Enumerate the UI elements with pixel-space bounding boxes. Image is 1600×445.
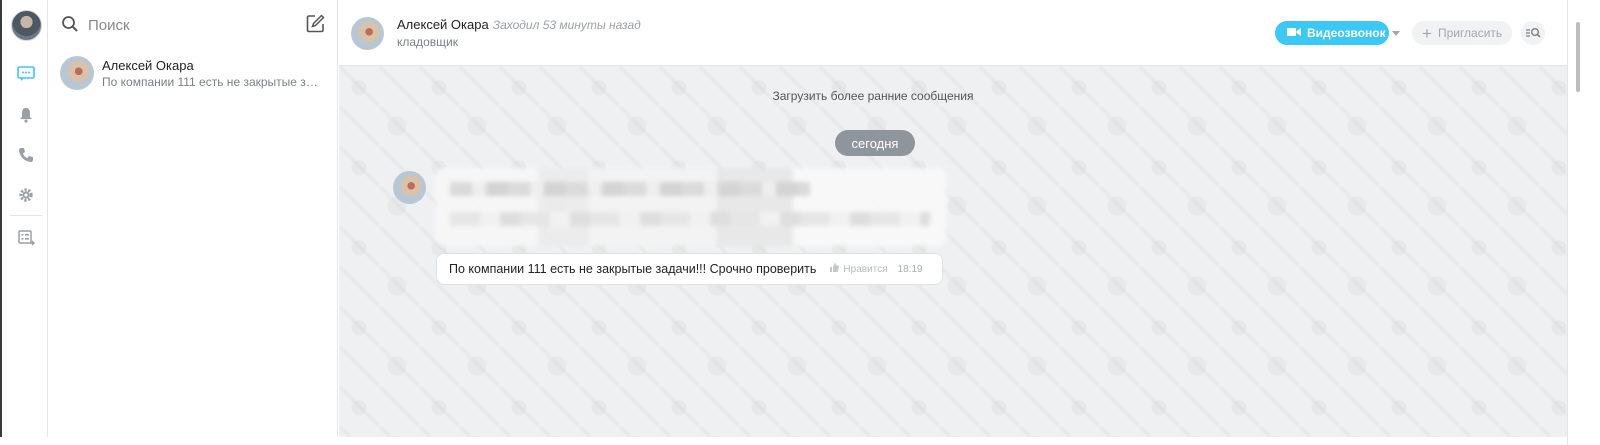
video-call-label: Видеозвонок <box>1307 26 1386 40</box>
contact-role: кладовщик <box>397 35 458 49</box>
contact-avatar <box>60 56 94 90</box>
search-icon <box>61 15 79 38</box>
icon-rail <box>4 0 48 437</box>
invite-label: Пригласить <box>1437 26 1503 40</box>
plus-icon: + <box>1422 23 1432 43</box>
blurred-message <box>436 168 946 246</box>
chat-list-panel: Алексей Окара По компании 111 есть не за… <box>48 0 338 437</box>
rail-divider <box>10 215 42 216</box>
chevron-down-icon <box>1392 30 1400 36</box>
search-in-chat-button[interactable] <box>1521 21 1545 45</box>
header-avatar[interactable] <box>351 17 384 50</box>
gear-icon[interactable] <box>16 185 36 205</box>
message-bubble[interactable]: По компании 111 есть не закрытые задачи!… <box>436 253 943 285</box>
header-contact-name[interactable]: Алексей Окара Заходил 53 минуты назад <box>397 17 641 32</box>
task-list-icon[interactable] <box>16 228 36 248</box>
bell-icon[interactable] <box>16 105 36 125</box>
date-separator: сегодня <box>835 130 915 156</box>
compose-icon[interactable] <box>306 14 325 38</box>
invite-button[interactable]: + Пригласить <box>1412 21 1512 45</box>
last-message-preview: По компании 111 есть не закрытые задачи!… <box>102 75 322 89</box>
message-sender-avatar[interactable] <box>393 171 426 204</box>
camera-icon <box>1287 26 1301 40</box>
search-bar <box>48 0 338 50</box>
contact-name: Алексей Окара <box>102 58 194 73</box>
like-label: Нравится <box>843 263 888 275</box>
video-call-button[interactable]: Видеозвонок <box>1275 21 1389 45</box>
scrollbar-thumb[interactable] <box>1576 22 1580 92</box>
message-time: 18:19 <box>897 263 923 275</box>
message-text: По компании 111 есть не закрытые задачи!… <box>449 262 817 276</box>
like-button[interactable]: Нравится <box>830 263 888 275</box>
messenger-window: Алексей Окара По компании 111 есть не за… <box>0 0 1569 437</box>
my-avatar[interactable] <box>11 10 42 41</box>
video-call-dropdown[interactable] <box>1387 21 1405 45</box>
outer-scrollbar[interactable] <box>1567 0 1600 445</box>
last-seen-status: Заходил 53 минуты назад <box>492 18 641 32</box>
thumbs-up-icon <box>830 263 840 275</box>
blurred-line <box>450 182 810 196</box>
chat-icon[interactable] <box>16 64 36 84</box>
phone-icon[interactable] <box>16 145 36 165</box>
header-name-text: Алексей Окара <box>397 17 489 32</box>
load-earlier-link[interactable]: Загрузить более ранние сообщения <box>339 89 1407 103</box>
blurred-line <box>450 212 930 226</box>
bottom-edge <box>0 437 1567 445</box>
chat-list-item[interactable]: Алексей Окара По компании 111 есть не за… <box>48 52 338 98</box>
search-messages-icon <box>1526 28 1541 38</box>
chat-header: Алексей Окара Заходил 53 минуты назад кла… <box>339 0 1569 66</box>
search-input[interactable] <box>88 12 288 38</box>
messages-area: Загрузить более ранние сообщения сегодня… <box>339 66 1569 437</box>
